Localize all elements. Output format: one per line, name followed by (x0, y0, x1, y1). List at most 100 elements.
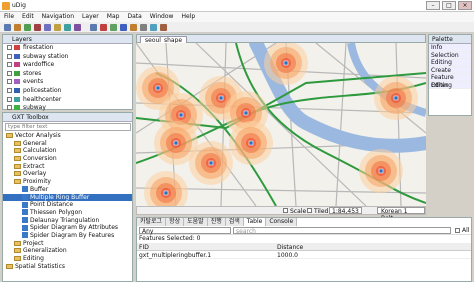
palette-item[interactable]: Info (429, 44, 471, 52)
all-checkbox[interactable] (455, 228, 460, 233)
toolbar-tool-icon[interactable] (150, 24, 157, 31)
tool-item[interactable]: Spider Diagram By Attributes (3, 224, 132, 232)
menu-file[interactable]: File (4, 12, 14, 22)
tool-item[interactable]: Multiple Ring Buffer (3, 193, 132, 202)
toolbar-tool-icon[interactable] (160, 24, 167, 31)
tool-item[interactable]: Spider Diagram By Features (3, 232, 132, 240)
tree-label: Multiple Ring Buffer (30, 193, 90, 201)
layer-item[interactable]: healthcenter (3, 96, 132, 105)
tool-item[interactable]: Delaunay Triangulation (3, 217, 132, 225)
tool-item[interactable]: Thiessen Polygon (3, 209, 132, 217)
layer-item[interactable]: firestation (3, 44, 132, 53)
bottom-tab[interactable]: Table (243, 218, 267, 226)
bottom-tab[interactable]: 진행 (207, 218, 226, 226)
close-button[interactable]: × (458, 1, 472, 10)
toolbar-tool-icon[interactable] (130, 24, 137, 31)
toolbar-tool-icon[interactable] (14, 24, 21, 31)
tool-folder[interactable]: Extract (3, 163, 132, 171)
folder-icon (14, 240, 21, 246)
bottom-tab[interactable]: 도움말 (184, 218, 208, 226)
maximize-button[interactable]: □ (442, 1, 456, 10)
tree-label: Vector Analysis (15, 132, 61, 139)
layer-item[interactable]: subway station (3, 53, 132, 62)
tool-icon (22, 232, 28, 239)
cell-distance: 1000.0 (277, 252, 298, 259)
menu-navigation[interactable]: Navigation (42, 12, 74, 22)
tool-folder[interactable]: Project (3, 240, 132, 248)
tool-folder[interactable]: Calculation (3, 147, 132, 155)
layer-visibility-checkbox[interactable] (7, 45, 12, 50)
tool-item[interactable]: Buffer (3, 186, 132, 194)
layer-item[interactable]: policestation (3, 87, 132, 96)
tiled-checkbox[interactable] (307, 208, 312, 213)
palette-item[interactable]: Editing (429, 59, 471, 67)
layer-item[interactable]: stores (3, 70, 132, 79)
toolbox-panel: GXT Toolbox Vector AnalysisGeneralCalcul… (2, 112, 133, 282)
bottom-tab[interactable]: 검색 (225, 218, 244, 226)
layer-visibility-checkbox[interactable] (7, 53, 12, 59)
menu-data[interactable]: Data (127, 12, 141, 22)
layer-visibility-checkbox[interactable] (7, 87, 12, 93)
menu-help[interactable]: Help (181, 12, 195, 22)
layer-item[interactable]: events (3, 78, 132, 87)
layer-item[interactable]: wardoffice (3, 61, 132, 70)
bottom-tab[interactable]: 카탈로그 (137, 218, 167, 226)
toolbox-filter-input[interactable] (5, 123, 131, 131)
tool-item[interactable]: Point Distance (3, 201, 132, 209)
toolbar-tool-icon[interactable] (4, 24, 11, 31)
layer-visibility-checkbox[interactable] (7, 79, 12, 85)
tool-folder[interactable]: General (3, 140, 132, 148)
filter-select[interactable]: Any (139, 227, 231, 235)
layer-label: subway (23, 104, 46, 112)
tiled-label: Tiled (314, 208, 329, 215)
toolbar-tool-icon[interactable] (120, 24, 127, 31)
bottom-tab[interactable]: 항상 (166, 218, 185, 226)
layer-visibility-checkbox[interactable] (7, 62, 12, 68)
palette-item[interactable]: Create (429, 66, 471, 74)
layer-visibility-checkbox[interactable] (7, 105, 12, 111)
tool-folder[interactable]: Overlay (3, 170, 132, 178)
map-tab-bar: seoul_shape (136, 34, 426, 45)
table-search-input[interactable]: search (233, 227, 451, 235)
tool-folder[interactable]: Editing (3, 255, 132, 263)
toolbar-tool-icon[interactable] (64, 24, 71, 31)
toolbar-tool-icon[interactable] (100, 24, 107, 31)
tree-label: Spider Diagram By Features (30, 231, 115, 239)
folder-icon (14, 163, 21, 169)
toolbar-tool-icon[interactable] (74, 24, 81, 31)
toolbar-tool-icon[interactable] (110, 24, 117, 31)
toolbar-tool-icon[interactable] (90, 24, 97, 31)
bottom-tab[interactable]: Console (266, 218, 298, 226)
all-label: All (462, 227, 470, 234)
menu-map[interactable]: Map (107, 12, 120, 22)
minimize-button[interactable]: – (426, 1, 440, 10)
palette-item[interactable]: Selection (429, 51, 471, 59)
table-filter-row: Any search All (137, 226, 471, 235)
col-distance[interactable]: Distance (277, 244, 303, 251)
crs-button[interactable]: Korean 1 Belt (377, 207, 425, 222)
tool-folder[interactable]: Proximity (3, 178, 132, 186)
layer-visibility-checkbox[interactable] (7, 70, 12, 76)
scale-checkbox[interactable] (283, 208, 288, 213)
menu-edit[interactable]: Edit (22, 12, 34, 22)
tool-folder[interactable]: Conversion (3, 155, 132, 163)
tree-label: Buffer (30, 185, 49, 193)
toolbar-tool-icon[interactable] (24, 24, 31, 31)
toolbar-tool-icon[interactable] (34, 24, 41, 31)
col-fid[interactable]: FID (139, 244, 149, 251)
layer-icon (14, 45, 20, 50)
menu-layer[interactable]: Layer (82, 12, 99, 22)
toolbar-tool-icon[interactable] (44, 24, 51, 31)
toolbar-tool-icon[interactable] (140, 24, 147, 31)
map-canvas[interactable] (136, 43, 426, 206)
layer-label: firestation (23, 44, 54, 51)
table-row[interactable]: gxt_multipleringbuffer.1 1000.0 (137, 251, 471, 259)
layer-visibility-checkbox[interactable] (7, 96, 12, 102)
palette-item[interactable]: Feature Editing (429, 74, 471, 89)
toolbar-tool-icon[interactable] (54, 24, 61, 31)
tool-folder[interactable]: Vector Analysis (3, 132, 132, 140)
tool-folder[interactable]: Spatial Statistics (3, 263, 132, 271)
tool-folder[interactable]: Generalization (3, 247, 132, 255)
scale-combo[interactable]: 1:84,453 (329, 207, 362, 215)
menu-window[interactable]: Window (150, 12, 174, 22)
